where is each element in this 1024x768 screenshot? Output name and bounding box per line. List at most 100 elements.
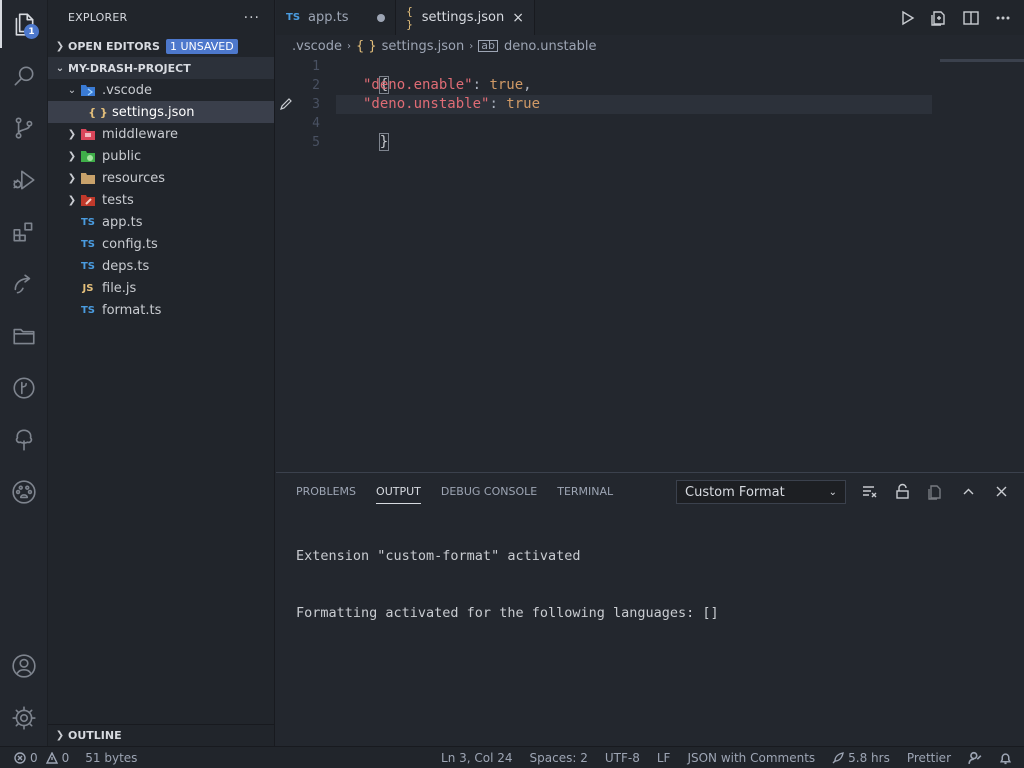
unsaved-dot-icon[interactable] — [376, 13, 385, 22]
explorer-badge: 1 — [24, 24, 39, 39]
tree-button[interactable] — [0, 416, 48, 464]
open-log-icon[interactable] — [927, 483, 944, 500]
search-icon — [14, 66, 34, 86]
source-control-button[interactable] — [0, 104, 48, 152]
code-line-2: "deno.enable": true, — [363, 76, 532, 95]
minimap[interactable] — [940, 57, 1024, 472]
tab-debug-console[interactable]: DEBUG CONSOLE — [441, 473, 537, 509]
open-editors-section[interactable]: ❯ OPEN EDITORS 1 UNSAVED — [48, 35, 274, 57]
split-editor-icon[interactable] — [962, 9, 980, 27]
typescript-file-icon: TS — [80, 304, 96, 316]
chevron-right-icon: ❯ — [67, 172, 77, 184]
tree-item-deps-ts[interactable]: TS deps.ts — [48, 255, 274, 277]
typescript-file-icon: TS — [80, 216, 96, 228]
public-folder-icon — [80, 148, 96, 164]
maximize-panel-icon[interactable] — [960, 483, 977, 500]
close-icon[interactable]: × — [512, 10, 524, 26]
encoding[interactable]: UTF-8 — [605, 751, 640, 765]
settings-button[interactable] — [0, 694, 48, 742]
extensions-button[interactable] — [0, 208, 48, 256]
tree-item-file-js[interactable]: JS file.js — [48, 277, 274, 299]
project-label: MY-DRASH-PROJECT — [68, 61, 191, 75]
formatter[interactable]: Prettier — [907, 751, 951, 765]
tree-item-tests[interactable]: ❯ tests — [48, 189, 274, 211]
breadcrumb-file[interactable]: settings.json — [382, 39, 465, 54]
breadcrumb-folder[interactable]: .vscode — [292, 39, 342, 54]
lock-icon[interactable] — [894, 483, 911, 500]
search-button[interactable] — [0, 52, 48, 100]
tree-item-config-ts[interactable]: TS config.ts — [48, 233, 274, 255]
clear-output-icon[interactable] — [861, 483, 878, 500]
line-number: 2 — [312, 78, 320, 93]
typescript-file-icon: TS — [80, 238, 96, 250]
source-control-icon — [15, 117, 33, 139]
error-count: 0 — [30, 750, 38, 765]
project-section[interactable]: ⌄ MY-DRASH-PROJECT — [48, 57, 274, 79]
tab-problems[interactable]: PROBLEMS — [296, 473, 356, 509]
close-panel-icon[interactable] — [993, 483, 1010, 500]
tree-item-label: middleware — [102, 126, 179, 142]
run-debug-icon — [13, 170, 35, 190]
feedback-button[interactable] — [968, 751, 982, 765]
git-graph-button[interactable] — [0, 364, 48, 412]
minimap-slider[interactable] — [940, 59, 1024, 62]
account-icon — [12, 654, 36, 678]
explorer-button[interactable]: 1 — [0, 0, 48, 48]
tree-item-resources[interactable]: ❯ resources — [48, 167, 274, 189]
tab-app-ts[interactable]: TS app.ts — [276, 0, 396, 35]
tree-item-label: .vscode — [102, 82, 152, 98]
tree-item-label: public — [102, 148, 142, 164]
notifications-button[interactable] — [999, 752, 1012, 765]
unsaved-badge: 1 UNSAVED — [165, 38, 238, 54]
end-of-line[interactable]: LF — [657, 751, 671, 765]
folders-icon — [13, 328, 35, 345]
chevron-down-icon: ⌄ — [67, 84, 77, 96]
code-token: "deno.unstable" — [363, 96, 490, 112]
chevron-down-icon: ⌄ — [55, 62, 65, 74]
more-icon[interactable] — [994, 9, 1012, 27]
paw-icon — [12, 480, 36, 504]
rocket-icon — [832, 752, 845, 764]
explorer-title: EXPLORER — [68, 11, 128, 24]
tree-item-public[interactable]: ❯ public — [48, 145, 274, 167]
more-actions-icon[interactable]: ··· — [244, 10, 260, 26]
folders-button[interactable] — [0, 312, 48, 360]
tree-item-settings-json[interactable]: { } settings.json — [48, 101, 274, 123]
chevron-right-icon: ❯ — [55, 730, 65, 741]
cursor-position[interactable]: Ln 3, Col 24 — [441, 751, 513, 765]
language-mode[interactable]: JSON with Comments — [687, 751, 815, 765]
remote-explorer-button[interactable] — [0, 260, 48, 308]
output-log: Extension "custom-format" activated Form… — [296, 509, 719, 661]
time-tracker[interactable]: 5.8 hrs — [832, 751, 890, 765]
tree-item-format-ts[interactable]: TS format.ts — [48, 299, 274, 321]
outline-label: OUTLINE — [68, 729, 122, 742]
problems-status[interactable]: 0 0 — [14, 751, 69, 765]
tab-output[interactable]: OUTPUT — [376, 473, 421, 509]
tree-item-app-ts[interactable]: TS app.ts — [48, 211, 274, 233]
account-button[interactable] — [0, 642, 48, 690]
tree-item-middleware[interactable]: ❯ middleware — [48, 123, 274, 145]
tree-item-label: resources — [102, 170, 166, 186]
status-right: Ln 3, Col 24 Spaces: 2 UTF-8 LF JSON wit… — [441, 747, 1012, 768]
panel-actions — [861, 473, 1010, 509]
tree-item-label: file.js — [102, 280, 137, 296]
tab-terminal[interactable]: TERMINAL — [557, 473, 613, 509]
time-value: 5.8 hrs — [848, 751, 890, 765]
tree-item-label: app.ts — [102, 214, 143, 230]
outline-section[interactable]: ❯ OUTLINE — [48, 724, 274, 746]
run-icon[interactable] — [898, 9, 916, 27]
file-size[interactable]: 51 bytes — [85, 751, 137, 765]
extensions-icon — [13, 222, 33, 242]
open-changes-icon[interactable] — [930, 9, 948, 27]
output-channel-select[interactable]: Custom Format ⌄ — [676, 480, 846, 504]
paw-button[interactable] — [0, 468, 48, 516]
run-debug-button[interactable] — [0, 156, 48, 204]
breadcrumb-key[interactable]: deno.unstable — [504, 39, 597, 54]
typescript-file-icon: TS — [80, 260, 96, 272]
breadcrumb: .vscode › { } settings.json › ab deno.un… — [276, 35, 1024, 57]
code-editor[interactable]: 1 2 3 4 5 { "deno.enable": true, "deno.u… — [276, 57, 1024, 472]
chevron-right-icon: ❯ — [67, 128, 77, 140]
tab-settings-json[interactable]: { } settings.json × — [396, 0, 535, 35]
indentation[interactable]: Spaces: 2 — [530, 751, 588, 765]
tree-item-vscode[interactable]: ⌄ .vscode — [48, 79, 274, 101]
